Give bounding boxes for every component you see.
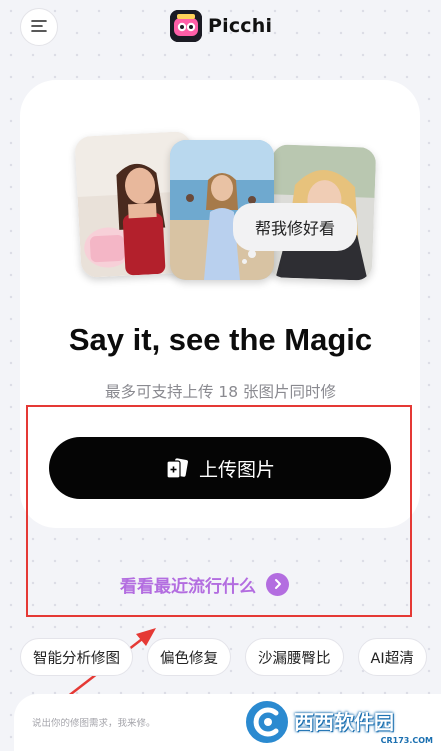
chip-label: AI超清 (370, 650, 414, 667)
menu-button[interactable] (20, 8, 58, 46)
watermark-url: CR173.COM (380, 736, 433, 745)
picchi-logo-icon (170, 10, 202, 42)
site-watermark: 西西软件园 CR173.COM (244, 697, 441, 747)
watermark-text: 西西软件园 (294, 710, 394, 734)
page-headline: Say it, see the Magic (68, 322, 373, 357)
hamburger-menu-icon (30, 18, 48, 37)
quick-action-chips: 智能分析修图 偏色修复 沙漏腰臀比 AI超清 (20, 638, 427, 676)
chip-label: 偏色修复 (160, 650, 218, 667)
prompt-bubble: 帮我修好看 (233, 203, 357, 251)
watermark-logo-icon (244, 699, 290, 745)
chip-label: 沙漏腰臀比 (258, 650, 331, 667)
chip-smart-analysis[interactable]: 智能分析修图 (20, 638, 133, 676)
prompt-bubble-tail (248, 250, 256, 258)
chip-label: 智能分析修图 (33, 650, 120, 667)
chip-color-fix[interactable]: 偏色修复 (147, 638, 231, 676)
prompt-bubble-tail-small (242, 259, 247, 264)
upload-limit-text: 最多可支持上传 18 张图片同时修 (104, 383, 337, 401)
chip-hourglass-ratio[interactable]: 沙漏腰臀比 (245, 638, 344, 676)
annotation-highlight-box (26, 405, 412, 617)
app-name: Picchi (208, 15, 273, 37)
app-logo: Picchi (170, 10, 272, 42)
sample-photo-collage (60, 100, 390, 290)
prompt-bubble-text: 帮我修好看 (254, 219, 335, 238)
chip-ai-upscale[interactable]: AI超清 (357, 638, 427, 676)
